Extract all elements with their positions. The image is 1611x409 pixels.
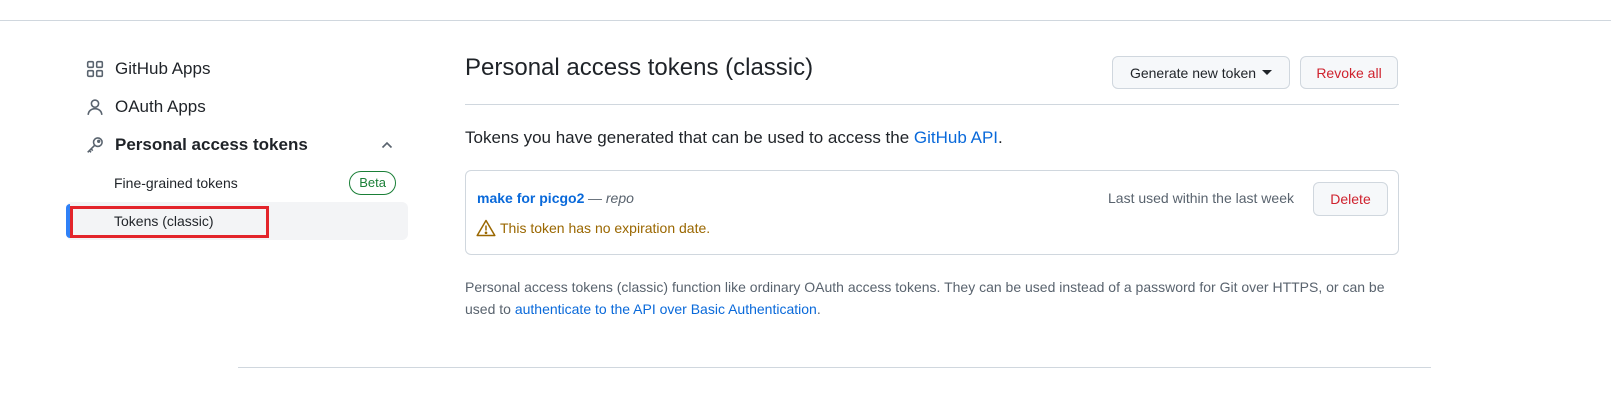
footnote-end: . xyxy=(816,301,821,317)
caret-down-icon xyxy=(1262,70,1273,75)
person-icon xyxy=(86,98,104,116)
sidebar-item-github-apps[interactable]: GitHub Apps xyxy=(66,50,408,88)
apps-icon xyxy=(86,60,104,78)
basic-auth-link[interactable]: authenticate to the API over Basic Authe… xyxy=(515,301,817,317)
sidebar-subitem-tokens-classic[interactable]: Tokens (classic) xyxy=(66,202,408,240)
sidebar-subitem-fine-grained-tokens[interactable]: Fine-grained tokens Beta xyxy=(66,164,408,202)
expiration-warning-text: This token has no expiration date. xyxy=(500,220,711,236)
key-icon xyxy=(86,136,104,154)
page-title: Personal access tokens (classic) xyxy=(465,54,814,81)
token-scope: — repo xyxy=(588,190,634,206)
delete-token-button[interactable]: Delete xyxy=(1313,182,1388,216)
footer-divider xyxy=(238,367,1431,368)
alert-icon xyxy=(476,219,496,237)
revoke-all-button[interactable]: Revoke all xyxy=(1300,56,1398,89)
expiration-warning: This token has no expiration date. xyxy=(476,219,710,237)
token-last-used: Last used within the last week xyxy=(1108,190,1294,206)
token-name-link[interactable]: make for picgo2 xyxy=(477,190,584,206)
generate-new-token-label: Generate new token xyxy=(1129,64,1257,81)
intro-text: Tokens you have generated that can be us… xyxy=(465,128,1003,148)
chevron-up-icon[interactable] xyxy=(378,136,396,154)
sidebar-item-label: OAuth Apps xyxy=(115,97,206,116)
page-header: Personal access tokens (classic) Generat… xyxy=(465,40,1399,105)
beta-badge: Beta xyxy=(349,171,396,195)
main-content: Personal access tokens (classic) Generat… xyxy=(465,40,1399,317)
sidebar-subitem-label: Tokens (classic) xyxy=(114,213,214,229)
page: GitHub Apps OAuth Apps Personal access t… xyxy=(0,0,1611,409)
token-list-item: make for picgo2 — repo Last used within … xyxy=(465,170,1399,255)
intro-text-body: Tokens you have generated that can be us… xyxy=(465,128,914,147)
github-api-link[interactable]: GitHub API xyxy=(914,128,998,147)
top-divider xyxy=(0,20,1611,21)
generate-new-token-button[interactable]: Generate new token xyxy=(1112,56,1290,89)
classic-tokens-description: Personal access tokens (classic) functio… xyxy=(465,276,1399,320)
token-scope-value: repo xyxy=(605,190,634,206)
sidebar-subitem-label: Fine-grained tokens xyxy=(114,175,238,191)
token-separator: — xyxy=(588,190,606,206)
sidebar-item-label: Personal access tokens xyxy=(115,135,308,154)
active-indicator xyxy=(66,204,70,238)
sidebar-item-personal-access-tokens[interactable]: Personal access tokens xyxy=(66,126,408,164)
developer-settings-sidebar: GitHub Apps OAuth Apps Personal access t… xyxy=(66,50,408,240)
sidebar-item-label: GitHub Apps xyxy=(115,59,211,78)
sidebar-item-oauth-apps[interactable]: OAuth Apps xyxy=(66,88,408,126)
intro-text-end: . xyxy=(998,128,1003,147)
